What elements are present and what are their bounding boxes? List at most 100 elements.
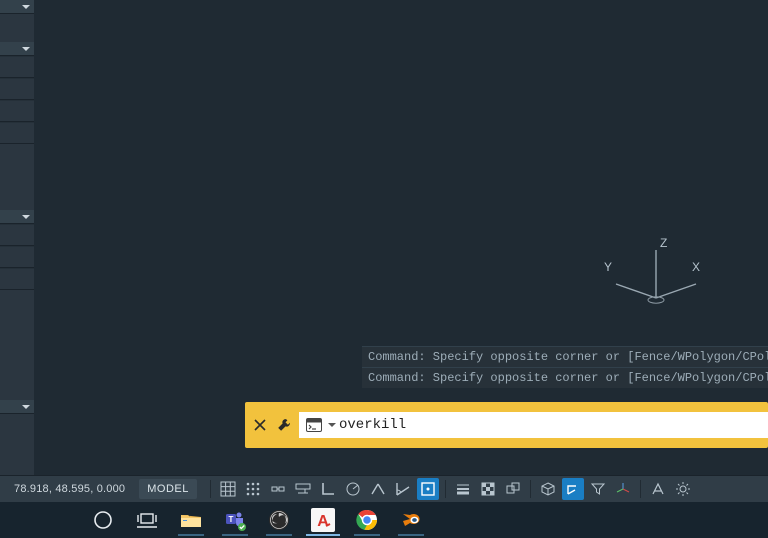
- cursor-coordinates: 78.918, 48.595, 0.000: [0, 483, 139, 495]
- chevron-down-icon: [22, 45, 30, 53]
- blender-icon: [399, 510, 423, 530]
- palette-header-4[interactable]: [0, 400, 34, 414]
- osnap-toggle[interactable]: [417, 478, 439, 500]
- task-view-button[interactable]: [128, 504, 166, 536]
- blender-taskbar-button[interactable]: [392, 504, 430, 536]
- status-bar: 78.918, 48.595, 0.000 MODEL: [0, 475, 768, 502]
- circle-icon: [93, 510, 113, 530]
- workspace-switching-button[interactable]: [672, 478, 694, 500]
- annotation-visibility-toggle[interactable]: [647, 478, 669, 500]
- close-command-line-button[interactable]: [251, 416, 269, 434]
- ortho-toggle[interactable]: [317, 478, 339, 500]
- grid-toggle[interactable]: [217, 478, 239, 500]
- snap-toggle[interactable]: [242, 478, 264, 500]
- palette-row[interactable]: [0, 100, 34, 122]
- palette-rows: [0, 56, 34, 144]
- ucs-x-label: X: [692, 260, 700, 274]
- svg-text:T: T: [229, 515, 234, 524]
- 3d-osnap-toggle[interactable]: [537, 478, 559, 500]
- osnap-tracking-toggle[interactable]: [392, 478, 414, 500]
- selection-cycling-toggle[interactable]: [502, 478, 524, 500]
- command-input[interactable]: [337, 412, 768, 438]
- snap-icon: [245, 481, 261, 497]
- command-history-line: Command: Specify opposite corner or [Fen…: [362, 367, 768, 388]
- dynamic-input-icon: [295, 481, 311, 497]
- transparency-toggle[interactable]: [477, 478, 499, 500]
- selection-cycling-icon: [505, 481, 521, 497]
- obs-icon: [268, 509, 290, 531]
- model-space-button[interactable]: MODEL: [139, 479, 197, 499]
- palette-rows: [0, 224, 34, 290]
- palette-header-3[interactable]: [0, 210, 34, 224]
- filter-icon: [590, 481, 606, 497]
- selection-filtering-toggle[interactable]: [587, 478, 609, 500]
- cube-snap-icon: [540, 481, 556, 497]
- polar-icon: [345, 481, 361, 497]
- separator: [445, 480, 446, 498]
- wrench-icon: [277, 418, 291, 432]
- ucs-z-label: Z: [660, 236, 667, 250]
- cortana-button[interactable]: [84, 504, 122, 536]
- isometric-drafting-toggle[interactable]: [367, 478, 389, 500]
- gear-icon: [675, 481, 691, 497]
- teams-icon: T: [224, 509, 246, 531]
- file-explorer-taskbar-button[interactable]: [172, 504, 210, 536]
- grid-icon: [220, 481, 236, 497]
- palette-row[interactable]: [0, 224, 34, 246]
- constraint-icon: [270, 481, 286, 497]
- command-input-container: [299, 412, 768, 438]
- palette-row[interactable]: [0, 122, 34, 144]
- obs-taskbar-button[interactable]: [260, 504, 298, 536]
- separator: [640, 480, 641, 498]
- ucs-axes-icon: [592, 242, 702, 312]
- svg-text:A: A: [317, 513, 329, 530]
- left-palette: [0, 0, 34, 475]
- transparency-icon: [480, 481, 496, 497]
- close-icon: [254, 419, 266, 431]
- teams-taskbar-button[interactable]: T: [216, 504, 254, 536]
- palette-row[interactable]: [0, 268, 34, 290]
- autocad-window: X Y Z Command: Specify opposite corner o…: [0, 0, 768, 538]
- ucs-y-label: Y: [604, 260, 612, 274]
- infer-constraints-toggle[interactable]: [267, 478, 289, 500]
- gizmo-icon: [615, 481, 631, 497]
- chevron-down-icon: [328, 421, 336, 429]
- palette-header-1[interactable]: [0, 0, 34, 14]
- command-line-highlight: [245, 402, 768, 448]
- palette-row[interactable]: [0, 78, 34, 100]
- osnap-icon: [420, 481, 436, 497]
- palette-header-2[interactable]: [0, 42, 34, 56]
- chevron-down-icon: [22, 3, 30, 11]
- palette-row[interactable]: [0, 56, 34, 78]
- command-prompt-icon: [305, 416, 323, 434]
- lineweight-toggle[interactable]: [452, 478, 474, 500]
- command-recent-dropdown[interactable]: [327, 421, 337, 429]
- polar-tracking-toggle[interactable]: [342, 478, 364, 500]
- windows-taskbar: T A: [0, 502, 768, 538]
- dynamic-ucs-icon: [565, 481, 581, 497]
- task-view-icon: [136, 511, 158, 529]
- separator: [210, 480, 211, 498]
- palette-row[interactable]: [0, 246, 34, 268]
- ortho-icon: [320, 481, 336, 497]
- status-bar-toggles: [207, 478, 694, 500]
- customize-command-line-button[interactable]: [275, 416, 293, 434]
- chrome-icon: [356, 509, 378, 531]
- chevron-down-icon: [22, 213, 30, 221]
- chevron-down-icon: [22, 403, 30, 411]
- gizmo-toggle[interactable]: [612, 478, 634, 500]
- ucs-widget[interactable]: X Y Z: [592, 242, 702, 312]
- angle-icon: [395, 481, 411, 497]
- command-history-line: Command: Specify opposite corner or [Fen…: [362, 346, 768, 367]
- autocad-icon: A: [310, 507, 336, 533]
- isodraft-icon: [370, 481, 386, 497]
- autocad-taskbar-button[interactable]: A: [304, 504, 342, 536]
- dynamic-ucs-toggle[interactable]: [562, 478, 584, 500]
- separator: [530, 480, 531, 498]
- command-history: Command: Specify opposite corner or [Fen…: [362, 346, 768, 388]
- lineweight-icon: [455, 481, 471, 497]
- dynamic-input-toggle[interactable]: [292, 478, 314, 500]
- folder-icon: [180, 511, 202, 529]
- annotation-icon: [650, 481, 666, 497]
- chrome-taskbar-button[interactable]: [348, 504, 386, 536]
